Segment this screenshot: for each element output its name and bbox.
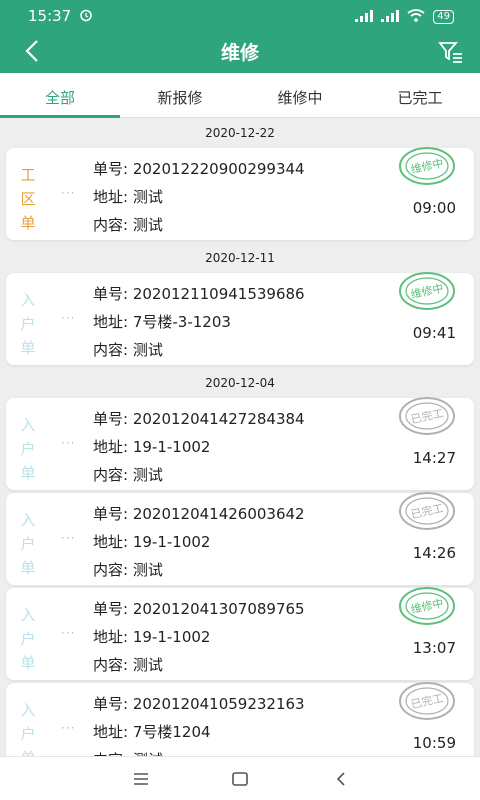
order-address: 地址: 测试 (93, 188, 163, 206)
order-content: 内容: 测试 (93, 341, 163, 359)
order-address: 地址: 19-1-1002 (93, 628, 211, 646)
order-time: 09:41 (412, 324, 456, 342)
order-time: 14:27 (412, 449, 456, 467)
more-dots-icon: ··· (61, 531, 76, 545)
status-stamp-icon: 已完工 (398, 396, 456, 436)
order-type-label: 入户单 (20, 416, 36, 482)
order-content: 内容: 测试 (93, 216, 163, 234)
more-dots-icon: ··· (61, 721, 76, 735)
order-time: 14:26 (412, 544, 456, 562)
wifi-icon (407, 8, 425, 26)
order-type-label: 入户单 (20, 606, 36, 672)
more-dots-icon: ··· (61, 311, 76, 325)
more-dots-icon: ··· (61, 186, 76, 200)
order-card[interactable]: 工区单 ··· 单号: 202012220900299344 地址: 测试 内容: 测试… (6, 146, 474, 240)
order-content: 内容: 测试 (93, 746, 305, 756)
tab-in-repair[interactable]: 维修中 (240, 73, 360, 117)
system-nav-bar (0, 756, 480, 800)
filter-icon (438, 42, 462, 63)
order-content: 内容: 测试 (93, 656, 163, 674)
order-address: 地址: 7号楼-3-1203 (93, 313, 231, 331)
page-title: 维修 (220, 42, 259, 64)
order-card[interactable]: 入户单 ··· 单号: 202012041307089765 地址: 19-1-100… (6, 586, 474, 680)
order-card[interactable]: 入户单 ··· 单号: 202012110941539686 地址: 7号楼-3-12… (6, 271, 474, 365)
order-content: 内容: 测试 (93, 466, 163, 484)
menu-icon (134, 773, 148, 785)
signal-icon (355, 8, 374, 26)
stamp-text: 已完工 (409, 691, 444, 712)
status-stamp-icon: 维修中 (398, 586, 456, 626)
order-type-label: 工区单 (20, 166, 36, 232)
battery-icon: 49 (433, 10, 454, 24)
date-header: 2020-12-11 (205, 251, 275, 265)
status-time: 15:37 (28, 7, 72, 25)
tab-completed[interactable]: 已完工 (360, 73, 480, 117)
order-address: 地址: 19-1-1002 (93, 438, 211, 456)
order-list[interactable]: 2020-12-22 工区单 ··· 单号: 202012220900299344 地址… (0, 118, 480, 756)
status-bar: 15:37 49 (0, 0, 480, 30)
status-stamp-icon: 维修中 (398, 271, 456, 311)
status-stamp-icon: 已完工 (398, 681, 456, 721)
order-type-label: 入户单 (20, 511, 36, 577)
order-card[interactable]: 入户单 ··· 单号: 202012041059232163 地址: 7号楼1204 内… (6, 681, 474, 756)
date-header: 2020-12-22 (205, 126, 275, 140)
filter-button[interactable] (438, 39, 464, 65)
stamp-text: 已完工 (409, 501, 444, 522)
order-number: 单号: 202012041427284384 (93, 410, 305, 428)
order-number: 单号: 202012041059232163 (93, 695, 305, 713)
menu-nav-button[interactable] (130, 769, 152, 789)
order-address: 地址: 7号楼1204 (93, 723, 211, 741)
tab-bar: 全部 新报修 维修中 已完工 (0, 73, 480, 118)
status-stamp-icon: 维修中 (398, 146, 456, 186)
order-content: 内容: 测试 (93, 561, 163, 579)
more-dots-icon: ··· (61, 626, 76, 640)
order-card[interactable]: 入户单 ··· 单号: 202012041427284384 地址: 19-1-100… (6, 396, 474, 490)
stamp-text: 维修中 (409, 156, 444, 177)
back-nav-button[interactable] (330, 769, 352, 789)
order-time: 13:07 (412, 639, 456, 657)
order-type-label: 入户单 (20, 291, 36, 357)
stamp-text: 维修中 (409, 596, 444, 617)
back-triangle-icon (336, 772, 345, 786)
tab-new-repair[interactable]: 新报修 (120, 73, 240, 117)
order-address: 地址: 19-1-1002 (93, 533, 211, 551)
home-nav-button[interactable] (229, 769, 251, 789)
order-number: 单号: 202012110941539686 (93, 285, 305, 303)
order-time: 10:59 (412, 734, 456, 752)
status-stamp-icon: 已完工 (398, 491, 456, 531)
order-number: 单号: 202012041426003642 (93, 505, 305, 523)
stamp-text: 维修中 (409, 281, 444, 302)
app-bar: 维修 (0, 30, 480, 73)
more-dots-icon: ··· (61, 436, 76, 450)
signal-icon-2 (381, 8, 400, 26)
stamp-text: 已完工 (409, 406, 444, 427)
order-number: 单号: 202012041307089765 (93, 600, 305, 618)
date-header: 2020-12-04 (205, 376, 275, 390)
home-square-icon (232, 772, 248, 786)
order-type-label: 入户单 (20, 701, 36, 756)
order-time: 09:00 (412, 199, 456, 217)
tab-all[interactable]: 全部 (0, 73, 120, 118)
alarm-icon (79, 8, 93, 26)
order-card[interactable]: 入户单 ··· 单号: 202012041426003642 地址: 19-1-100… (6, 491, 474, 585)
order-number: 单号: 202012220900299344 (93, 160, 305, 178)
